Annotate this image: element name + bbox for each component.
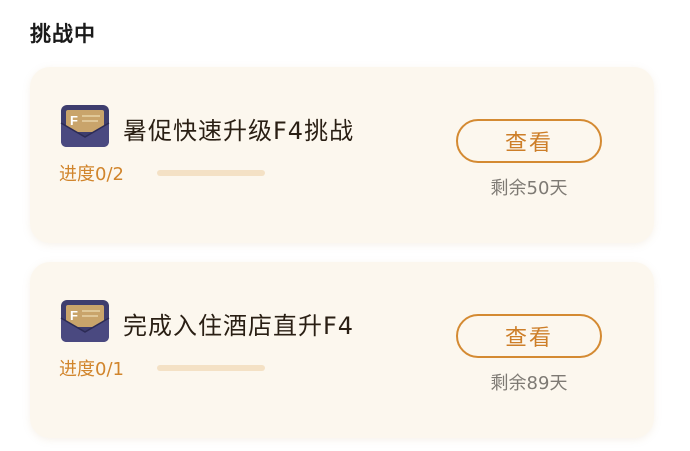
view-button[interactable]: 查看 (456, 314, 602, 358)
challenge-title: 完成入住酒店直升F4 (123, 312, 355, 340)
challenge-card[interactable]: F 完成入住酒店直升F4 进度0/1 查看 剩余89天 (30, 262, 654, 438)
progress-bar (157, 365, 265, 371)
days-remaining: 剩余89天 (490, 373, 568, 394)
view-button[interactable]: 查看 (456, 119, 602, 163)
challenge-card[interactable]: F 暑促快速升级F4挑战 进度0/2 查看 剩余50天 (30, 67, 654, 243)
svg-text:F: F (70, 113, 78, 128)
envelope-f-icon: F (60, 300, 110, 342)
svg-text:F: F (70, 308, 78, 323)
challenge-title: 暑促快速升级F4挑战 (123, 117, 355, 145)
days-remaining: 剩余50天 (490, 178, 568, 199)
progress-bar (157, 170, 265, 176)
envelope-f-icon: F (60, 105, 110, 147)
progress-label: 进度0/1 (59, 359, 124, 380)
section-title: 挑战中 (30, 22, 96, 46)
progress-label: 进度0/2 (59, 164, 124, 185)
